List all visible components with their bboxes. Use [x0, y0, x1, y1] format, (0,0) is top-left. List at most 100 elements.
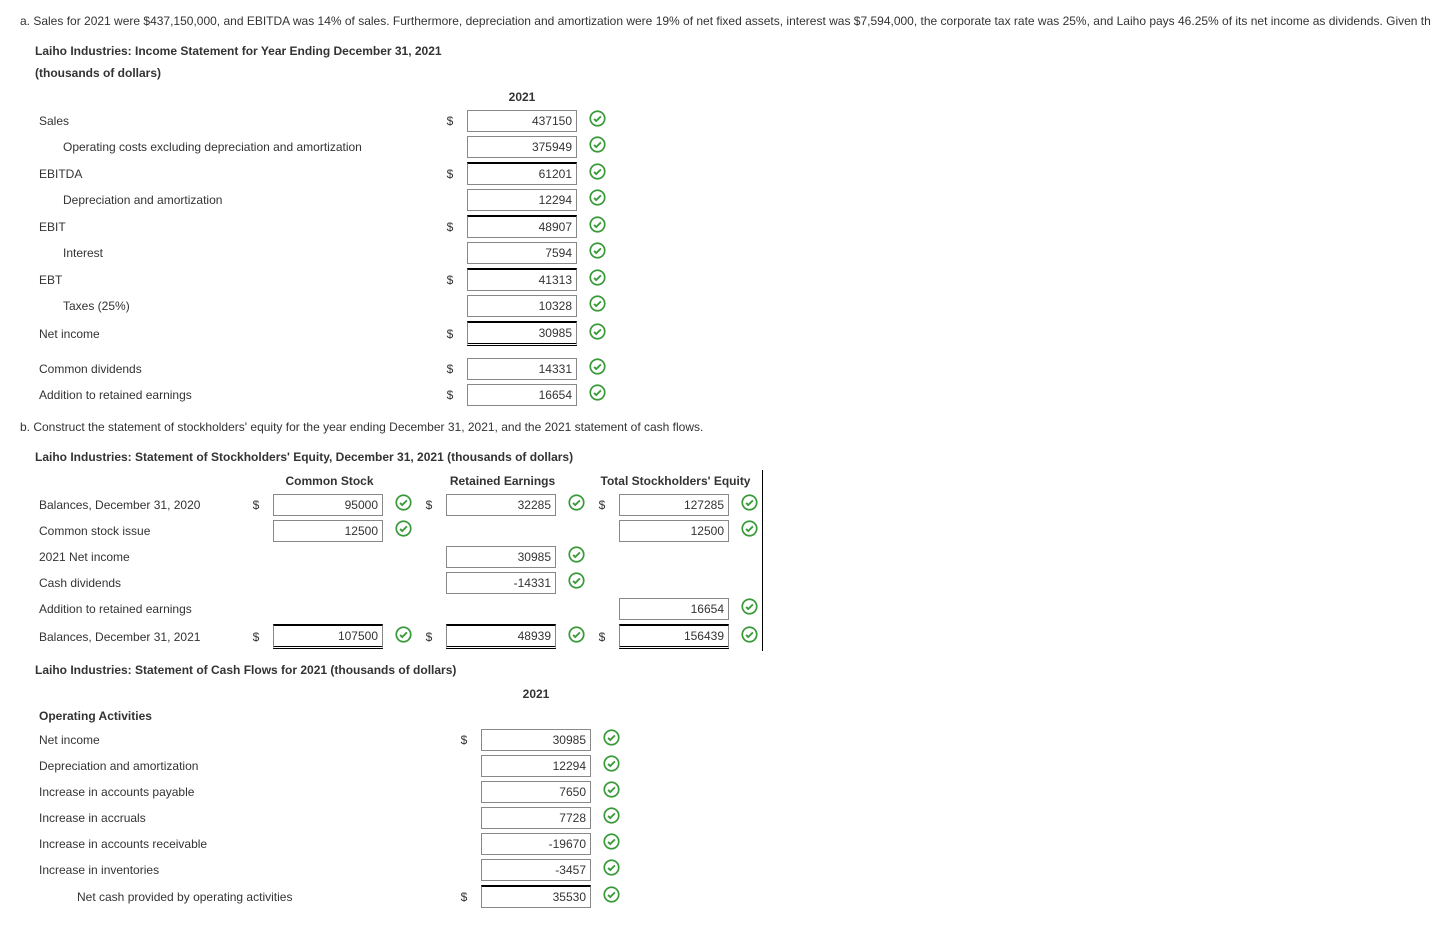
- check-icon: [603, 781, 620, 803]
- is-row-label: Addition to retained earnings: [35, 382, 437, 408]
- se-header-re: Retained Earnings: [416, 470, 589, 492]
- is-interest-input[interactable]: 7594: [467, 242, 577, 264]
- se-ni-re-input[interactable]: 30985: [446, 546, 556, 568]
- dollar-sign: $: [437, 382, 463, 408]
- cf-row-label: Increase in accounts payable: [35, 779, 451, 805]
- is-row-label: Net income: [35, 319, 437, 348]
- check-icon: [568, 546, 585, 568]
- part-a-prompt: a. Sales for 2021 were $437,150,000, and…: [20, 12, 1411, 30]
- is-ebit-input[interactable]: 48907: [467, 215, 577, 238]
- check-icon: [589, 136, 606, 158]
- cf-year-header: 2021: [477, 683, 595, 705]
- se-bal21-tse-input[interactable]: 156439: [619, 624, 729, 649]
- check-icon: [589, 163, 606, 185]
- is-row-label: Common dividends: [35, 356, 437, 382]
- dollar-sign: $: [243, 492, 269, 518]
- cf-acc-input[interactable]: 7728: [481, 807, 591, 829]
- dollar-sign: $: [416, 492, 442, 518]
- cf-da-input[interactable]: 12294: [481, 755, 591, 777]
- income-statement-table: 2021 Sales$437150 Operating costs exclud…: [35, 86, 610, 408]
- se-row-label: Cash dividends: [35, 570, 243, 596]
- cf-row-label: Increase in accruals: [35, 805, 451, 831]
- check-icon: [603, 729, 620, 751]
- check-icon: [603, 807, 620, 829]
- dollar-sign: $: [416, 622, 442, 651]
- check-icon: [741, 598, 758, 620]
- cf-row-label: Increase in inventories: [35, 857, 451, 883]
- check-icon: [741, 626, 758, 648]
- is-row-label: EBT: [35, 266, 437, 293]
- dollar-sign: $: [437, 160, 463, 187]
- check-icon: [589, 242, 606, 264]
- se-issue-cs-input[interactable]: 12500: [273, 520, 383, 542]
- is-taxes-input[interactable]: 10328: [467, 295, 577, 317]
- is-row-label: Sales: [35, 108, 437, 134]
- dollar-sign: $: [243, 622, 269, 651]
- stockholders-equity-table: Common Stock Retained Earnings Total Sto…: [35, 470, 763, 651]
- cf-ap-input[interactable]: 7650: [481, 781, 591, 803]
- income-statement-subtitle: (thousands of dollars): [35, 64, 1411, 82]
- check-icon: [395, 626, 412, 648]
- is-row-label: EBITDA: [35, 160, 437, 187]
- se-issue-tse-input[interactable]: 12500: [619, 520, 729, 542]
- cf-net-input[interactable]: 35530: [481, 885, 591, 908]
- se-row-label: Balances, December 31, 2021: [35, 622, 243, 651]
- dollar-sign: $: [589, 622, 615, 651]
- check-icon: [603, 755, 620, 777]
- se-header-cs: Common Stock: [243, 470, 416, 492]
- se-bal21-cs-input[interactable]: 107500: [273, 624, 383, 649]
- check-icon: [395, 494, 412, 516]
- dollar-sign: $: [437, 213, 463, 240]
- check-icon: [741, 520, 758, 542]
- is-netincome-input[interactable]: 30985: [467, 321, 577, 346]
- se-bal20-tse-input[interactable]: 127285: [619, 494, 729, 516]
- check-icon: [568, 494, 585, 516]
- check-icon: [568, 572, 585, 594]
- cf-ni-input[interactable]: 30985: [481, 729, 591, 751]
- cf-section-header: Operating Activities: [35, 705, 451, 727]
- se-bal20-cs-input[interactable]: 95000: [273, 494, 383, 516]
- se-row-label: Common stock issue: [35, 518, 243, 544]
- cf-inv-input[interactable]: -3457: [481, 859, 591, 881]
- is-row-label: Taxes (25%): [35, 293, 437, 319]
- is-ebitda-input[interactable]: 61201: [467, 162, 577, 185]
- is-opcosts-input[interactable]: 375949: [467, 136, 577, 158]
- se-bal20-re-input[interactable]: 32285: [446, 494, 556, 516]
- check-icon: [589, 269, 606, 291]
- dollar-sign: $: [589, 492, 615, 518]
- cf-row-label: Net income: [35, 727, 451, 753]
- check-icon: [589, 295, 606, 317]
- cf-title: Laiho Industries: Statement of Cash Flow…: [35, 661, 1411, 679]
- se-are-tse-input[interactable]: 16654: [619, 598, 729, 620]
- se-row-label: Addition to retained earnings: [35, 596, 243, 622]
- se-bal21-re-input[interactable]: 48939: [446, 624, 556, 649]
- is-retained-input[interactable]: 16654: [467, 384, 577, 406]
- is-year-header: 2021: [463, 86, 581, 108]
- se-cd-re-input[interactable]: -14331: [446, 572, 556, 594]
- dollar-sign: $: [437, 266, 463, 293]
- dollar-sign: $: [437, 108, 463, 134]
- is-sales-input[interactable]: 437150: [467, 110, 577, 132]
- dollar-sign: $: [451, 727, 477, 753]
- check-icon: [568, 626, 585, 648]
- check-icon: [589, 323, 606, 345]
- se-header-tse: Total Stockholders' Equity: [589, 470, 763, 492]
- part-b-prompt: b. Construct the statement of stockholde…: [20, 418, 1411, 436]
- check-icon: [589, 189, 606, 211]
- check-icon: [589, 110, 606, 132]
- income-statement-title: Laiho Industries: Income Statement for Y…: [35, 42, 1411, 60]
- se-row-label: Balances, December 31, 2020: [35, 492, 243, 518]
- check-icon: [603, 886, 620, 908]
- se-title: Laiho Industries: Statement of Stockhold…: [35, 448, 1411, 466]
- check-icon: [741, 494, 758, 516]
- dollar-sign: $: [437, 356, 463, 382]
- cf-row-label: Increase in accounts receivable: [35, 831, 451, 857]
- is-ebt-input[interactable]: 41313: [467, 268, 577, 291]
- is-dividends-input[interactable]: 14331: [467, 358, 577, 380]
- check-icon: [589, 216, 606, 238]
- cf-ar-input[interactable]: -19670: [481, 833, 591, 855]
- is-da-input[interactable]: 12294: [467, 189, 577, 211]
- is-row-label: Operating costs excluding depreciation a…: [35, 134, 437, 160]
- check-icon: [589, 358, 606, 380]
- is-row-label: Interest: [35, 240, 437, 266]
